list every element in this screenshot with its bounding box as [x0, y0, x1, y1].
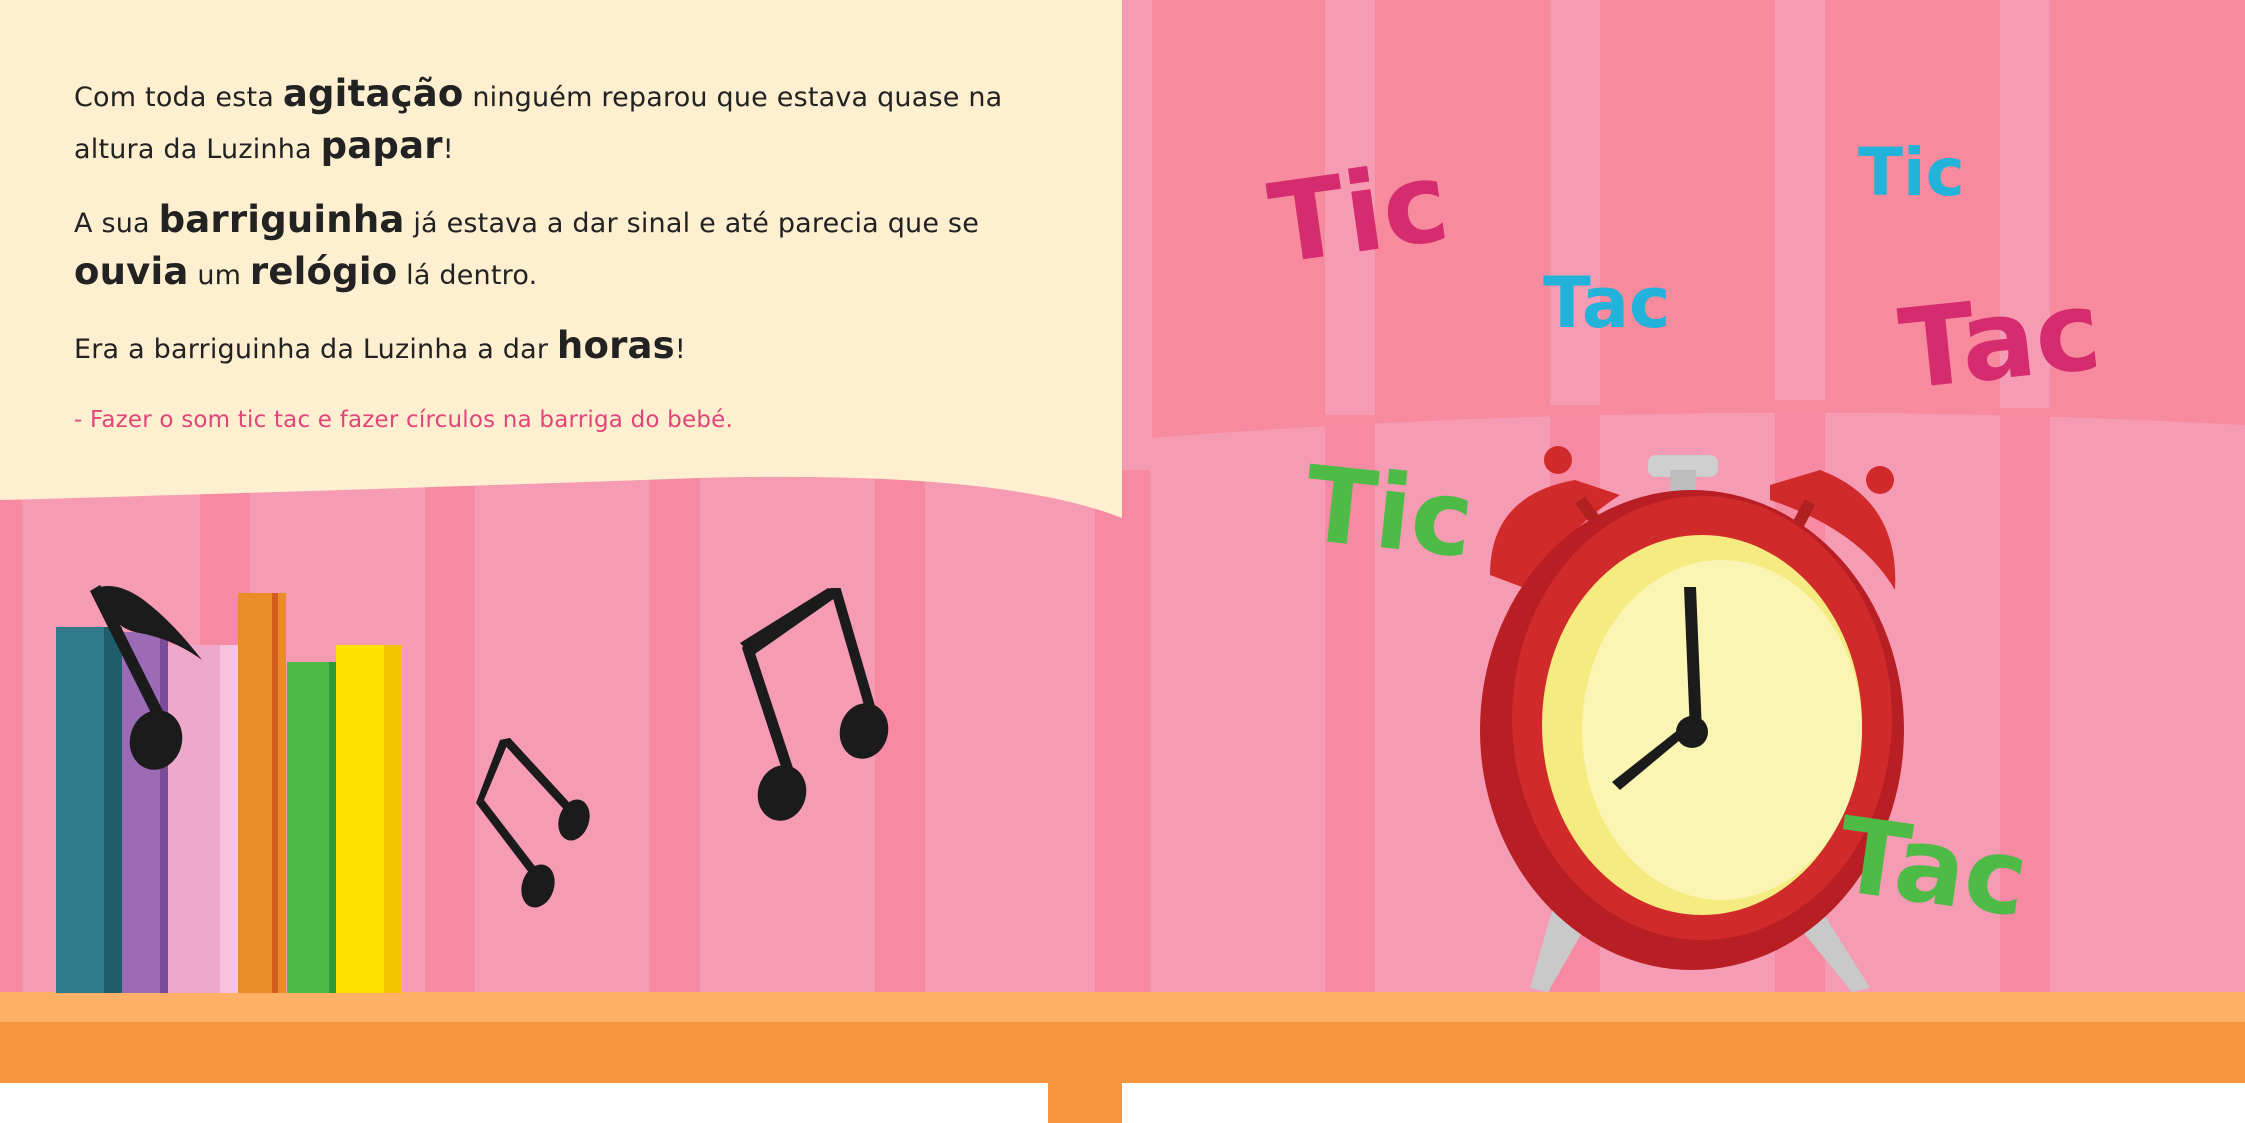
story-emphasis: agitação — [282, 72, 464, 115]
instruction-text: - Fazer o som tic tac e fazer círculos n… — [74, 407, 733, 433]
music-note-icon — [740, 588, 889, 821]
story-emphasis: papar — [320, 124, 443, 167]
story-paragraph-3: Era a barriguinha da Luzinha a dar horas… — [74, 322, 1064, 374]
story-emphasis: horas — [556, 324, 675, 367]
story-text-span: A sua — [74, 208, 159, 239]
story-text-span: Era a barriguinha da Luzinha a dar — [74, 334, 557, 365]
sound-word: Tac — [1893, 265, 2107, 415]
story-emphasis: barriguinha — [158, 198, 405, 241]
story-text-span: Com toda esta — [74, 82, 283, 113]
story-emphasis: relógio — [249, 250, 398, 293]
music-note-icon — [476, 738, 590, 908]
story-emphasis: ouvia — [74, 250, 189, 293]
story-text-span: um — [188, 260, 250, 291]
story-paragraph-1: Com toda esta agitação ninguém reparou q… — [74, 70, 1064, 174]
sound-word: Tic — [1858, 134, 1965, 211]
story-text-span: ! — [674, 334, 686, 365]
story-text-span: já estava a dar sinal e até parecia que … — [404, 208, 980, 239]
sound-word: Tac — [1830, 793, 2035, 941]
music-note-icon — [90, 585, 202, 770]
sound-word: Tic — [1299, 442, 1480, 582]
story-text-span: lá dentro. — [397, 260, 538, 291]
sound-word: Tac — [1543, 262, 1671, 344]
sound-word: Tic — [1261, 137, 1456, 289]
story-text-span: ! — [442, 134, 454, 165]
story-paragraph-2: A sua barriguinha já estava a dar sinal … — [74, 196, 1064, 300]
book-spread: Com toda esta agitação ninguém reparou q… — [0, 0, 2245, 1123]
story-text: Com toda esta agitação ninguém reparou q… — [74, 70, 1064, 466]
